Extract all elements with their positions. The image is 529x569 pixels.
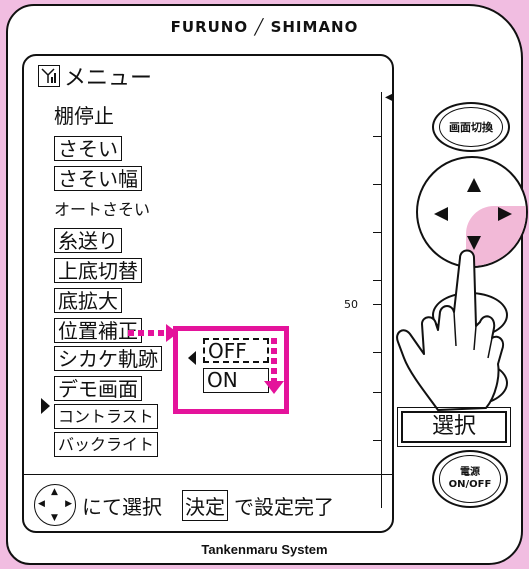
screen-header: メニュー (38, 62, 153, 91)
gauge-tick (373, 440, 381, 441)
menu-item-bottom-zoom[interactable]: 底拡大 (54, 288, 122, 313)
power-onoff-label: ON/OFF (448, 478, 492, 490)
screen-footer: ▲ ▼ ◀ ▶ にて選択 決定 で設定完了 (34, 484, 334, 526)
menu-item-rig-trajectory[interactable]: シカケ軌跡 (54, 346, 162, 371)
footer-select-text: にて選択 (82, 494, 162, 519)
gauge-tick (373, 136, 381, 137)
dpad-guide-icon: ▲ ▼ ◀ ▶ (34, 484, 76, 526)
menu-item-top-bottom-switch[interactable]: 上底切替 (54, 258, 142, 283)
footer-confirm-text: で設定完了 (234, 494, 334, 519)
gauge-tick (373, 392, 381, 393)
select-button[interactable]: 選択 (397, 407, 511, 447)
menu-item-tana-stop[interactable]: 棚停止 (54, 104, 114, 128)
menu-item-sasoi[interactable]: さそい (54, 136, 122, 161)
menu-item-sasoi-width[interactable]: さそい幅 (54, 166, 142, 191)
signal-antenna-icon (38, 65, 60, 87)
screen-switch-button[interactable]: 画面切換 (432, 102, 510, 152)
dpad-up-icon[interactable] (467, 178, 481, 192)
brand-logo: FURUNO ╱ SHIMANO (170, 18, 359, 36)
boat-icon: ◀ (385, 89, 392, 105)
screen-divider (24, 474, 392, 475)
depth-gauge-line (381, 92, 382, 508)
menu-item-demo-screen[interactable]: デモ画面 (54, 376, 142, 401)
option-off[interactable]: OFF (203, 338, 269, 363)
dpad-left-icon[interactable] (434, 207, 448, 221)
popup-cursor-icon (188, 351, 196, 365)
gauge-tick (373, 280, 381, 281)
gauge-tick (373, 352, 381, 353)
menu-cursor-icon (41, 398, 50, 414)
lcd-screen: メニュー ◀ 50 棚停止 さそい さそい幅 オートさそい 糸送り 上底切替 底… (22, 54, 394, 533)
pointing-hand-icon (396, 249, 504, 411)
right-dashed-arrow-icon (128, 324, 178, 342)
power-button[interactable]: 電源 ON/OFF (432, 450, 508, 508)
screen-switch-label: 画面切換 (438, 106, 504, 148)
menu-item-auto-sasoi[interactable]: オートさそい (54, 198, 150, 222)
gauge-tick (373, 232, 381, 233)
device-body: FURUNO ╱ SHIMANO メニュー ◀ 50 棚停止 さそい さそい幅 … (6, 4, 528, 565)
power-button-face: 電源 ON/OFF (438, 455, 502, 503)
down-dashed-arrow-icon (264, 338, 284, 394)
menu-item-line-feed[interactable]: 糸送り (54, 228, 122, 253)
gauge-tick (373, 184, 381, 185)
dpad-right-icon[interactable] (498, 207, 512, 221)
power-label: 電源 (460, 466, 480, 478)
menu-item-contrast[interactable]: コントラスト (54, 404, 158, 429)
system-name: Tankenmaru System (201, 542, 328, 557)
gauge-tick (373, 304, 381, 305)
option-on[interactable]: ON (203, 368, 269, 393)
gauge-label: 50 (344, 298, 358, 311)
footer-confirm-key: 決定 (182, 489, 228, 521)
menu-item-backlight[interactable]: バックライト (54, 432, 159, 457)
page-title: メニュー (64, 66, 153, 91)
